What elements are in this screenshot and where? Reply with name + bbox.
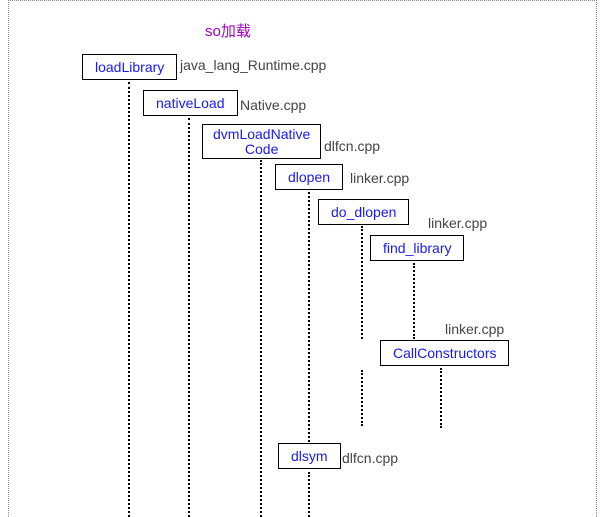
lifeline-dlsym bbox=[308, 472, 310, 517]
node-nativeLoad-label: nativeLoad bbox=[156, 95, 225, 111]
lifeline-dlopen bbox=[308, 192, 310, 442]
node-do_dlopen: do_dlopen bbox=[318, 199, 409, 225]
lifeline-find_library bbox=[413, 263, 415, 339]
node-loadLibrary: loadLibrary bbox=[82, 54, 177, 80]
node-callConstructors: CallConstructors bbox=[380, 340, 509, 366]
file-nativeLoad: Native.cpp bbox=[240, 97, 306, 113]
file-loadLibrary: java_lang_Runtime.cpp bbox=[180, 57, 326, 73]
node-do_dlopen-label: do_dlopen bbox=[331, 204, 396, 220]
node-nativeLoad: nativeLoad bbox=[143, 90, 238, 116]
node-callConstructors-label: CallConstructors bbox=[393, 345, 496, 361]
lifeline-callConstructors bbox=[440, 368, 442, 428]
lifeline-loadLibrary bbox=[128, 82, 130, 517]
node-find_library-label: find_library bbox=[383, 240, 451, 256]
node-dlsym: dlsym bbox=[278, 443, 341, 469]
node-dlopen: dlopen bbox=[275, 164, 343, 190]
node-find_library: find_library bbox=[370, 235, 464, 261]
file-callConstructors: linker.cpp bbox=[445, 321, 504, 337]
lifeline-do_dlopen-top bbox=[361, 226, 363, 339]
node-dvmLoadNativeCode: dvmLoadNative Code bbox=[202, 124, 321, 159]
file-dvmLoadNativeCode: dlfcn.cpp bbox=[324, 138, 380, 154]
node-dvmLoadNativeCode-label1: dvmLoadNative bbox=[213, 127, 310, 142]
node-dlsym-label: dlsym bbox=[291, 448, 328, 464]
file-do_dlopen: linker.cpp bbox=[428, 215, 487, 231]
diagram-title: so加载 bbox=[205, 20, 251, 41]
file-dlsym: dlfcn.cpp bbox=[342, 450, 398, 466]
node-dvmLoadNativeCode-label2: Code bbox=[245, 142, 278, 157]
lifeline-nativeLoad bbox=[188, 118, 190, 517]
lifeline-do_dlopen-bottom bbox=[361, 370, 363, 426]
lifeline-dvmLoadNativeCode bbox=[260, 160, 262, 517]
node-loadLibrary-label: loadLibrary bbox=[95, 59, 164, 75]
node-dlopen-label: dlopen bbox=[288, 169, 330, 185]
file-dlopen: linker.cpp bbox=[350, 170, 409, 186]
